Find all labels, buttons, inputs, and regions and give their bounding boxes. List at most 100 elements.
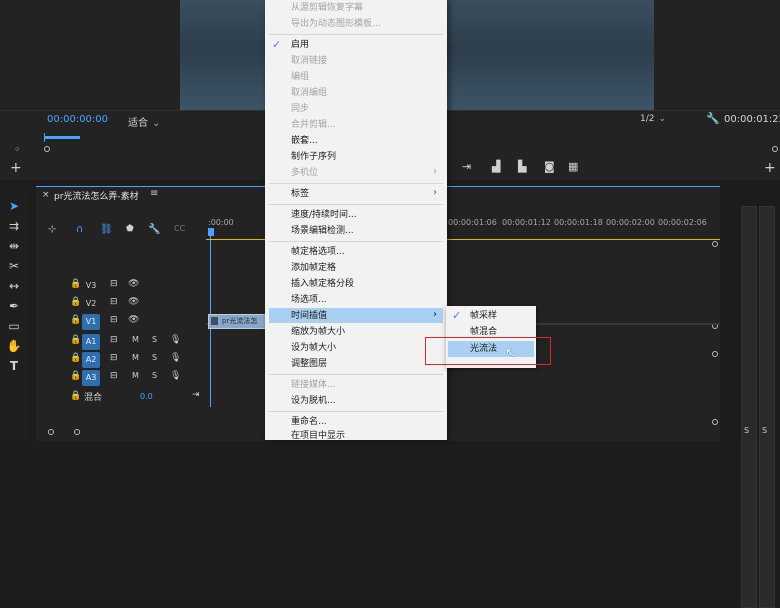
menu-item-reveal-in-project[interactable]: 在项目中显示: [291, 430, 345, 442]
playhead-timecode[interactable]: 00:00:00:00: [47, 114, 108, 125]
extract-icon[interactable]: ▙: [518, 160, 526, 173]
tab-menu-icon[interactable]: ≡: [150, 188, 158, 199]
lock-icon[interactable]: 🔒: [70, 353, 81, 363]
hscroll-left-handle[interactable]: [48, 429, 54, 435]
mute-button[interactable]: M: [132, 335, 139, 344]
sync-lock-icon[interactable]: ⊟: [110, 371, 118, 381]
track-select-tool-icon[interactable]: ⇉: [6, 218, 22, 234]
menu-item-speed-duration[interactable]: 速度/持续时间...: [291, 209, 357, 221]
menu-item-label[interactable]: 标签: [291, 188, 309, 200]
add-button-right[interactable]: +: [764, 160, 776, 176]
menu-item-scene-edit-detection[interactable]: 场景编辑检测...: [291, 225, 354, 237]
playhead-marker[interactable]: [44, 133, 45, 142]
menu-item-scale-to-frame-size[interactable]: 缩放为帧大小: [291, 326, 345, 338]
menu-item-time-interpolation[interactable]: 时间插值: [291, 310, 327, 322]
hscroll-right-handle[interactable]: [74, 429, 80, 435]
eye-icon[interactable]: 👁: [128, 315, 139, 325]
playhead-cap[interactable]: [208, 228, 214, 236]
menu-item-enable[interactable]: 启用: [291, 39, 309, 51]
solo-button[interactable]: S: [152, 371, 157, 380]
add-marker-icon[interactable]: ◦: [14, 143, 21, 156]
wrench-icon[interactable]: 🔧: [706, 112, 720, 125]
ripple-edit-tool-icon[interactable]: ⇹: [6, 238, 22, 254]
track-header-v1[interactable]: 🔒 V1 ⊟ 👁: [36, 313, 206, 331]
microphone-icon[interactable]: 🎙: [170, 353, 181, 363]
mute-button[interactable]: M: [132, 371, 139, 380]
scroll-handle-right[interactable]: [772, 146, 778, 152]
menu-item-rename[interactable]: 重命名...: [291, 416, 327, 428]
sync-lock-icon[interactable]: ⊟: [110, 279, 118, 289]
export-frame-left-icon[interactable]: ⇥: [462, 160, 471, 173]
razor-tool-icon[interactable]: ✂: [6, 258, 22, 274]
menu-item-frame-hold-options[interactable]: 帧定格选项...: [291, 246, 345, 258]
sequence-tab-title[interactable]: pr光流法怎么弄-素材: [54, 189, 139, 202]
sync-lock-icon[interactable]: ⊟: [110, 315, 118, 325]
menu-item-insert-frame-hold-segment[interactable]: 插入帧定格分段: [291, 278, 354, 290]
hand-tool-icon[interactable]: ✋: [6, 338, 22, 354]
lock-icon[interactable]: 🔒: [70, 391, 81, 401]
add-button-left[interactable]: +: [10, 160, 22, 176]
lock-icon[interactable]: 🔒: [70, 297, 81, 307]
vscroll-top-handle[interactable]: [712, 241, 718, 247]
go-to-end-icon[interactable]: ⇥: [192, 390, 200, 400]
timeline-settings-icon[interactable]: 🔧: [148, 224, 160, 235]
solo-button[interactable]: S: [152, 353, 157, 362]
snap-icon[interactable]: ∩: [76, 224, 83, 235]
sync-lock-icon[interactable]: ⊟: [110, 335, 118, 345]
pen-tool-icon[interactable]: ✒: [6, 298, 22, 314]
lock-icon[interactable]: 🔒: [70, 335, 81, 345]
camera-icon[interactable]: ◙: [544, 160, 555, 173]
microphone-icon[interactable]: 🎙: [170, 371, 181, 381]
nest-toggle-icon[interactable]: ⊹: [48, 224, 56, 235]
mix-volume-value[interactable]: 0.0: [140, 392, 153, 401]
resolution-dropdown[interactable]: 1/2: [640, 114, 690, 124]
track-name-a3[interactable]: A3: [82, 370, 100, 386]
vscroll-bottom-handle[interactable]: [712, 419, 718, 425]
menu-item-set-to-frame-size[interactable]: 设为帧大小: [291, 342, 336, 354]
track-name-v1[interactable]: V1: [82, 314, 100, 330]
lock-icon[interactable]: 🔒: [70, 315, 81, 325]
scroll-handle-left[interactable]: [44, 146, 50, 152]
solo-button[interactable]: S: [152, 335, 157, 344]
vscroll-audio-handle[interactable]: [712, 351, 718, 357]
track-name-v3[interactable]: V3: [82, 278, 100, 294]
submenu-item-frame-sampling[interactable]: 帧采样: [470, 310, 497, 322]
sync-lock-icon[interactable]: ⊟: [110, 353, 118, 363]
add-marker-icon[interactable]: ⬟: [126, 224, 134, 234]
slip-tool-icon[interactable]: ↔: [6, 278, 22, 294]
track-name-a2[interactable]: A2: [82, 352, 100, 368]
linked-selection-icon[interactable]: ⛓: [100, 224, 113, 235]
fit-dropdown[interactable]: 适合: [128, 114, 184, 129]
solo-right-button[interactable]: S: [762, 426, 767, 435]
selection-tool-icon[interactable]: ➤: [6, 198, 22, 214]
track-header-a3[interactable]: 🔒 A3 ⊟ M S 🎙: [36, 369, 206, 387]
lift-icon[interactable]: ▟: [492, 160, 500, 173]
mute-button[interactable]: M: [132, 353, 139, 362]
track-name-v2[interactable]: V2: [82, 296, 100, 312]
playhead-range-bar[interactable]: [44, 136, 80, 139]
track-header-mix[interactable]: 🔒 混合 0.0 ⇥: [36, 389, 206, 407]
track-header-v3[interactable]: 🔒 V3 ⊟ 👁: [36, 277, 206, 295]
menu-item-field-options[interactable]: 场选项...: [291, 294, 327, 306]
menu-item-nest[interactable]: 嵌套...: [291, 135, 318, 147]
menu-item-make-offline[interactable]: 设为脱机...: [291, 395, 336, 407]
lock-icon[interactable]: 🔒: [70, 371, 81, 381]
eye-icon[interactable]: 👁: [128, 279, 139, 289]
track-header-v2[interactable]: 🔒 V2 ⊟ 👁: [36, 295, 206, 313]
menu-item-adjustment-layer[interactable]: 调整图层: [291, 358, 327, 370]
type-tool-icon[interactable]: T: [6, 358, 22, 374]
track-header-a1[interactable]: 🔒 A1 ⊟ M S 🎙: [36, 333, 206, 351]
track-header-a2[interactable]: 🔒 A2 ⊟ M S 🎙: [36, 351, 206, 369]
sync-lock-icon[interactable]: ⊟: [110, 297, 118, 307]
lock-icon[interactable]: 🔒: [70, 279, 81, 289]
caption-icon[interactable]: CC: [174, 224, 185, 233]
rectangle-tool-icon[interactable]: ▭: [6, 318, 22, 334]
comparison-view-icon[interactable]: ▦: [568, 160, 578, 173]
close-tab-icon[interactable]: ×: [42, 190, 50, 200]
track-name-a1[interactable]: A1: [82, 334, 100, 350]
eye-icon[interactable]: 👁: [128, 297, 139, 307]
microphone-icon[interactable]: 🎙: [170, 335, 181, 345]
menu-item-add-frame-hold[interactable]: 添加帧定格: [291, 262, 336, 274]
solo-left-button[interactable]: S: [744, 426, 749, 435]
menu-item-make-subsequence[interactable]: 制作子序列: [291, 151, 336, 163]
